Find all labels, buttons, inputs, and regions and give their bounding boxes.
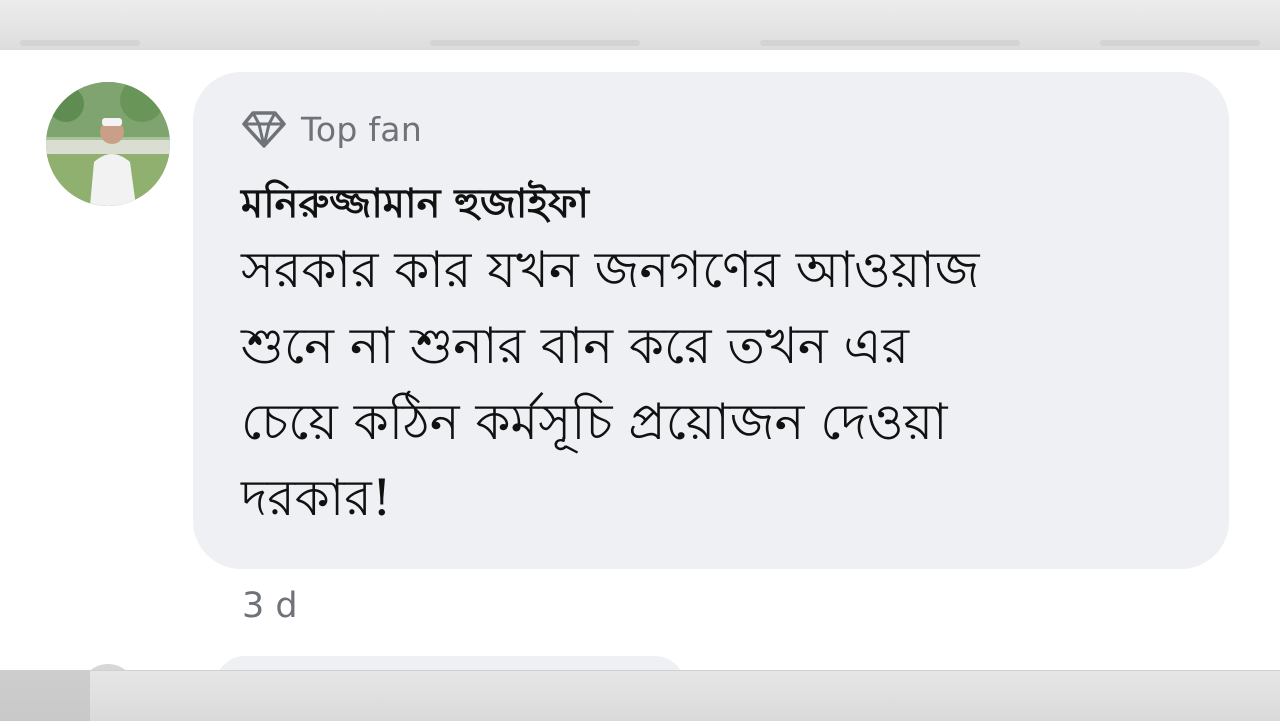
badge-label: Top fan (301, 109, 423, 149)
avatar-photo (46, 82, 170, 206)
comment-item: Top fan মনিরুজ্জামান হুজাইফা সরকার কার য… (0, 50, 1280, 670)
top-fan-badge[interactable]: Top fan (241, 106, 422, 152)
blurred-thumbnail (0, 671, 90, 721)
comment-author-name[interactable]: মনিরুজ্জামান হুজাইফা (241, 172, 589, 239)
blurred-text (1100, 40, 1260, 46)
comment-text: সরকার কার যখন জনগণের আওয়াজ শুনে না শুনা… (241, 241, 980, 527)
comment-timestamp[interactable]: 3 d (242, 586, 298, 626)
author-avatar[interactable] (46, 82, 170, 206)
previous-content-strip (0, 0, 1280, 51)
blurred-text (20, 40, 140, 46)
comment-bubble: Top fan মনিরুজ্জামান হুজাইফা সরকার কার য… (193, 72, 1229, 569)
blurred-text (430, 40, 640, 46)
diamond-icon (242, 111, 286, 148)
next-content-strip (0, 670, 1280, 721)
blurred-text (760, 40, 1020, 46)
